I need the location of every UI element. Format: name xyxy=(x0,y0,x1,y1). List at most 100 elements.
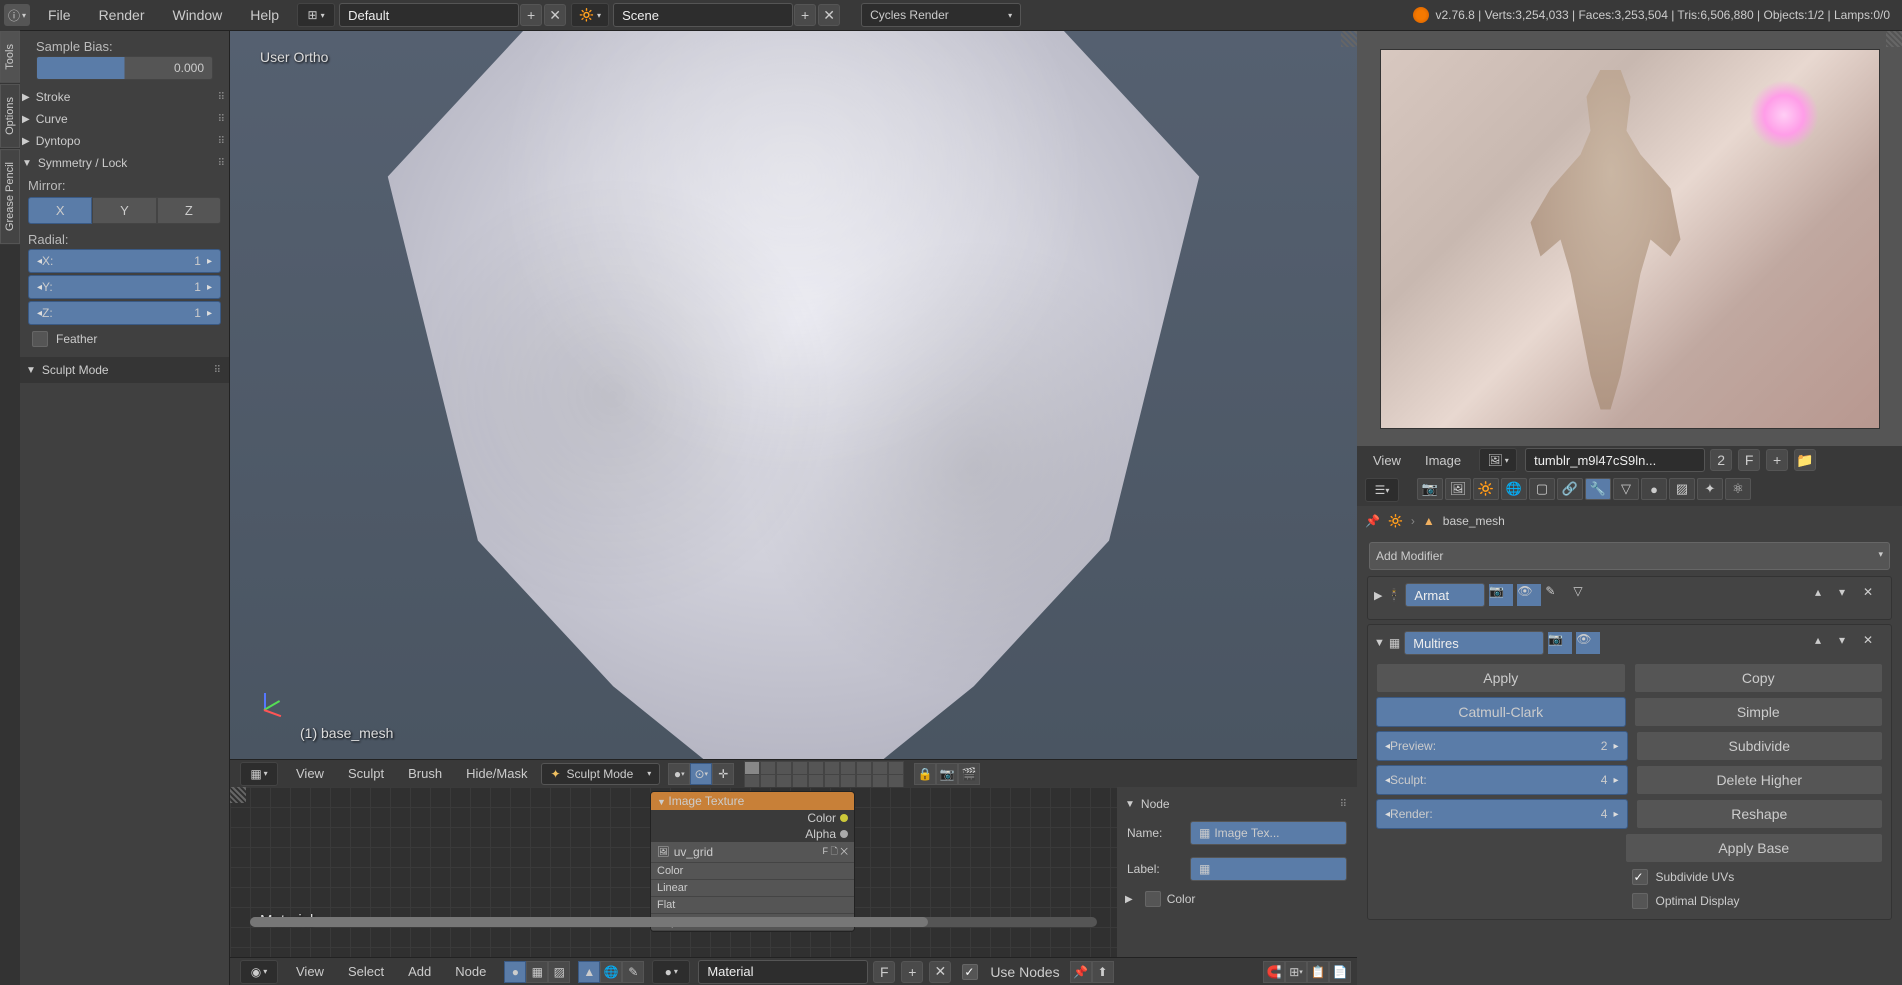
view3d-menu-brush[interactable]: Brush xyxy=(398,766,452,781)
mod1-cage-toggle[interactable]: ▽ xyxy=(1573,584,1597,606)
mod2-viewport-toggle[interactable]: 👁 xyxy=(1576,632,1600,654)
image-name-field[interactable]: tumblr_m9l47cS9ln... xyxy=(1525,448,1705,472)
tab-constraints[interactable]: 🔗 xyxy=(1557,478,1583,500)
sample-bias-field[interactable]: 0.000 xyxy=(36,56,213,80)
mod1-render-toggle[interactable]: 📷 xyxy=(1489,584,1513,606)
view3d-menu-sculpt[interactable]: Sculpt xyxy=(338,766,394,781)
tab-texture[interactable]: ▨ xyxy=(1669,478,1695,500)
node-panel-node[interactable]: ▼Node⠿ xyxy=(1123,793,1351,815)
copy-button[interactable]: Copy xyxy=(1634,663,1884,693)
scene-name[interactable]: Scene xyxy=(613,3,793,27)
snap-type-icon[interactable]: ⊞▾ xyxy=(1285,961,1307,983)
radial-z[interactable]: ◂Z:1▸ xyxy=(28,301,221,325)
image-fake-user[interactable]: F xyxy=(1738,449,1760,471)
pin-icon[interactable]: 📌 xyxy=(1365,514,1380,528)
node-canvas[interactable]: Material ▼ Image Texture Color Alpha 🖼uv… xyxy=(230,787,1117,957)
panel-sculpt-mode[interactable]: ▼Sculpt Mode⠿ xyxy=(20,357,229,383)
image-menu-view[interactable]: View xyxy=(1363,453,1411,468)
tab-grease-pencil[interactable]: Grease Pencil xyxy=(0,149,20,244)
go-parent-icon[interactable]: ⬆ xyxy=(1092,961,1114,983)
shader-nodes-icon[interactable]: ● xyxy=(504,961,526,983)
image-menu-image[interactable]: Image xyxy=(1415,453,1471,468)
mod1-editmode-toggle[interactable]: ✎ xyxy=(1545,584,1569,606)
panel-symmetry[interactable]: ▼Symmetry / Lock⠿ xyxy=(20,152,229,174)
tab-modifiers[interactable]: 🔧 xyxy=(1585,478,1611,500)
node-name-field[interactable]: ▦Image Tex... xyxy=(1190,821,1347,845)
image-users[interactable]: 2 xyxy=(1710,449,1732,471)
copy-nodes-icon[interactable]: 📋 xyxy=(1307,961,1329,983)
area-corner-tr[interactable] xyxy=(1341,31,1357,47)
mirror-x[interactable]: X xyxy=(28,197,92,224)
panel-curve[interactable]: ▶Curve⠿ xyxy=(20,108,229,130)
add-material[interactable]: + xyxy=(901,961,923,983)
shading-mode[interactable]: ●▾ xyxy=(668,763,690,785)
feather-row[interactable]: Feather xyxy=(20,327,229,351)
tab-render-layers[interactable]: 🖼 xyxy=(1445,478,1471,500)
breadcrumb-object[interactable]: base_mesh xyxy=(1443,514,1505,528)
render-preview-icon[interactable]: 📷 xyxy=(936,763,958,785)
add-scene-button[interactable]: + xyxy=(794,4,816,26)
delete-higher-button[interactable]: Delete Higher xyxy=(1636,765,1884,795)
node-menu-view[interactable]: View xyxy=(286,964,334,979)
use-nodes-checkbox[interactable] xyxy=(962,964,978,980)
image-add[interactable]: + xyxy=(1766,449,1788,471)
pin-icon[interactable]: 📌 xyxy=(1070,961,1092,983)
apply-button[interactable]: Apply xyxy=(1376,663,1626,693)
snap-icon[interactable]: 🧲 xyxy=(1263,961,1285,983)
mod1-move-up[interactable]: ▴ xyxy=(1815,585,1837,605)
node-color-checkbox[interactable] xyxy=(1145,891,1161,907)
menu-help[interactable]: Help xyxy=(236,1,293,29)
compositor-nodes-icon[interactable]: ▦ xyxy=(526,961,548,983)
mod1-move-down[interactable]: ▾ xyxy=(1839,585,1861,605)
view3d-menu-view[interactable]: View xyxy=(286,766,334,781)
mod2-expand[interactable]: ▼ xyxy=(1374,637,1385,649)
catmull-clark-button[interactable]: Catmull-Clark xyxy=(1376,697,1626,727)
subdivide-uvs-row[interactable]: Subdivide UVs xyxy=(1620,865,1886,889)
node-image-field[interactable]: 🖼uv_gridF 🗋 ✕ xyxy=(651,842,854,863)
reshape-button[interactable]: Reshape xyxy=(1636,799,1884,829)
menu-window[interactable]: Window xyxy=(158,1,236,29)
node-out-alpha[interactable]: Alpha xyxy=(651,826,854,842)
mirror-y[interactable]: Y xyxy=(92,197,156,224)
tab-physics[interactable]: ⚛ xyxy=(1725,478,1751,500)
mod2-move-up[interactable]: ▴ xyxy=(1815,633,1837,653)
scene-browse[interactable]: 🔆▾ xyxy=(571,3,609,27)
paste-nodes-icon[interactable]: 📄 xyxy=(1329,961,1351,983)
subdivide-uvs-checkbox[interactable] xyxy=(1632,869,1648,885)
mod2-delete[interactable]: ✕ xyxy=(1863,633,1885,653)
node-menu-add[interactable]: Add xyxy=(398,964,441,979)
screen-layout-name[interactable]: Default xyxy=(339,3,519,27)
manipulator-toggle[interactable]: ✛ xyxy=(712,763,734,785)
node-opt-linear[interactable]: Linear xyxy=(651,880,854,897)
delete-layout-button[interactable]: ✕ xyxy=(544,4,566,26)
node-menu-node[interactable]: Node xyxy=(445,964,496,979)
area-corner-tl[interactable] xyxy=(230,787,246,803)
mod1-name[interactable]: Armat xyxy=(1405,583,1485,607)
image-texture-node[interactable]: ▼ Image Texture Color Alpha 🖼uv_gridF 🗋 … xyxy=(650,791,855,932)
clapperboard-icon[interactable]: 🎬 xyxy=(958,763,980,785)
render-level[interactable]: ◂Render:4▸ xyxy=(1376,799,1628,829)
add-modifier-dropdown[interactable]: Add Modifier▾ xyxy=(1369,542,1890,570)
tab-material[interactable]: ● xyxy=(1641,478,1667,500)
panel-dyntopo[interactable]: ▶Dyntopo⠿ xyxy=(20,130,229,152)
tab-particles[interactable]: ✦ xyxy=(1697,478,1723,500)
tab-render[interactable]: 📷 xyxy=(1417,478,1443,500)
mod1-expand[interactable]: ▶ xyxy=(1374,589,1382,602)
radial-y[interactable]: ◂Y:1▸ xyxy=(28,275,221,299)
layer-buttons[interactable] xyxy=(744,761,904,787)
mod1-delete[interactable]: ✕ xyxy=(1863,585,1885,605)
image-corner[interactable] xyxy=(1886,31,1902,47)
node-editor-selector[interactable]: ◉▾ xyxy=(240,960,278,984)
menu-file[interactable]: File xyxy=(34,1,85,29)
editor-type-selector[interactable]: ⓘ▾ xyxy=(4,4,30,26)
lock-camera-icon[interactable]: 🔒 xyxy=(914,763,936,785)
node-opt-color[interactable]: Color xyxy=(651,863,854,880)
feather-checkbox[interactable] xyxy=(32,331,48,347)
subdivide-button[interactable]: Subdivide xyxy=(1636,731,1884,761)
node-label-field[interactable]: ▦ xyxy=(1190,857,1347,881)
image-open[interactable]: 📁 xyxy=(1794,449,1816,471)
mirror-z[interactable]: Z xyxy=(157,197,221,224)
view3d-editor-selector[interactable]: ▦▾ xyxy=(240,762,278,786)
tab-options[interactable]: Options xyxy=(0,84,20,148)
mod2-render-toggle[interactable]: 📷 xyxy=(1548,632,1572,654)
